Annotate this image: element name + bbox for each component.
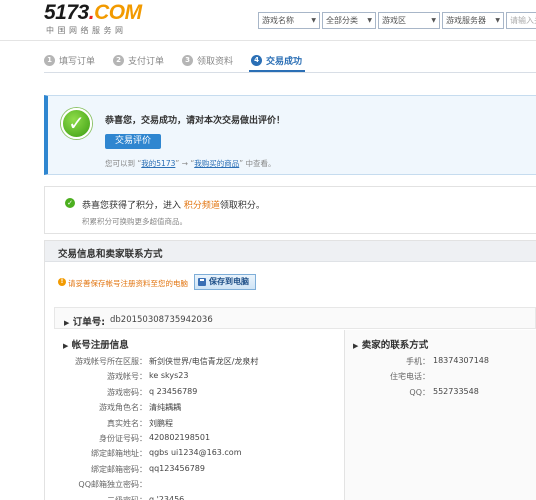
step-label: 填写订单 — [59, 57, 96, 67]
my-5173-link[interactable]: 我的5173 — [141, 159, 175, 168]
step-3: 3 领取资料 — [182, 54, 233, 67]
progress-steps: 1 填写订单 2 支付订单 3 领取资料 4 交易成功 — [44, 54, 302, 67]
filter-select-3[interactable]: 游戏区 ▼ — [378, 12, 440, 29]
trade-evaluation-button[interactable]: 交易评价 — [105, 134, 161, 149]
seller-contact-section: ▶ 卖家的联系方式 手机： 18374307148 住宅电话： QQ： 55273354… — [344, 330, 536, 500]
step-label: 支付订单 — [128, 57, 165, 67]
dropdown-arrow-icon: ▼ — [431, 17, 436, 24]
account-field-label: 真实姓名： — [107, 418, 147, 428]
success-panel: ✓ 恭喜您，交易成功，请对本次交易做出评价！ 交易评价 您可以到 “我的5173… — [44, 95, 536, 175]
steps-divider — [44, 72, 536, 73]
account-field-label: 身份证号码： — [99, 434, 147, 443]
step-label: 交易成功 — [266, 57, 303, 67]
step-number: 2 — [113, 55, 125, 66]
success-note: 您可以到 “我的5173” → “我购买的商品” 中查看。 — [105, 159, 276, 168]
account-field-value: qq123456789 — [149, 463, 205, 473]
points-subtext: 积累积分可换购更多超值商品。 — [82, 217, 187, 226]
trade-info-panel: 交易信息和卖家联系方式 ! 请妥善保存帐号注册资料至您的电脑 保存到电脑 ▶ 订… — [44, 240, 536, 500]
account-field-label: 游戏密码： — [107, 387, 147, 397]
order-number-row: ▶ 订单号: db20150308735942036 — [54, 307, 536, 329]
site-logo[interactable]: 5173.COM — [44, 1, 142, 25]
account-field-label: 游戏角色名： — [99, 403, 147, 413]
dropdown-arrow-icon: ▼ — [495, 17, 500, 24]
dropdown-arrow-icon: ▼ — [311, 17, 316, 24]
step-2: 2 支付订单 — [113, 54, 164, 67]
order-number-value: db20150308735942036 — [110, 315, 213, 325]
filter-select-label: 游戏名称 — [262, 16, 294, 25]
points-message: 恭喜您获得了积分，进入 积分频道领取积分。 — [82, 201, 265, 211]
step-label: 领取资料 — [197, 57, 234, 67]
seller-field-value: 18374307148 — [433, 356, 489, 365]
step-number: 4 — [251, 55, 263, 66]
account-field-label: 二级密码： — [107, 495, 147, 500]
seller-field-label: QQ： — [409, 387, 430, 397]
floppy-disk-icon — [198, 278, 206, 286]
filter-select-label: 全部分类 — [326, 16, 358, 25]
site-logo-subtitle: 中国网络服务网 — [46, 26, 127, 35]
account-field-label: 绑定邮箱地址： — [91, 449, 147, 459]
success-check-icon: ✓ — [61, 108, 92, 139]
account-field-value: 清纯耦耦 — [149, 403, 181, 413]
account-field-label: 游戏帐号： — [107, 372, 147, 382]
trade-info-header: 交易信息和卖家联系方式 — [45, 241, 536, 262]
filter-select-label: 游戏服务器 — [446, 16, 486, 25]
seller-field-value: 552733548 — [433, 386, 479, 396]
seller-contact-title: ▶ 卖家的联系方式 — [353, 340, 429, 351]
order-number-label: ▶ 订单号: — [64, 317, 106, 328]
search-input[interactable]: 请输入关 — [506, 12, 536, 29]
step-1: 1 填写订单 — [44, 54, 95, 67]
account-field-value: 420802198501 — [149, 433, 211, 442]
seller-field-label: 手机： — [406, 357, 430, 366]
dropdown-arrow-icon: ▼ — [367, 17, 372, 24]
account-field-value: qgbs ui1234@163.com — [149, 448, 242, 458]
triangle-right-icon: ▶ — [63, 342, 69, 350]
account-field-label: QQ邮箱独立密码： — [78, 480, 147, 490]
my-purchased-items-link[interactable]: 我购买的商品 — [194, 159, 239, 168]
account-field-label: 游戏帐号所在区服： — [75, 357, 147, 366]
seller-field-label: 住宅电话： — [390, 372, 430, 382]
step-number: 3 — [182, 55, 194, 66]
filter-select-4[interactable]: 游戏服务器 ▼ — [442, 12, 504, 29]
header-divider — [0, 40, 536, 41]
account-field-value: 刘鹏程 — [149, 418, 173, 428]
success-title: 恭喜您，交易成功，请对本次交易做出评价！ — [105, 116, 286, 126]
points-channel-link[interactable]: 积分频道 — [184, 201, 220, 211]
account-field-value: 新剑侠世界/电信青龙区/龙泉村 — [149, 357, 259, 366]
step-4: 4 交易成功 — [251, 54, 302, 67]
step-number: 1 — [44, 55, 55, 66]
account-field-value: q '23456 — [149, 494, 185, 500]
filter-select-label: 游戏区 — [382, 16, 406, 25]
save-to-computer-button[interactable]: 保存到电脑 — [194, 274, 256, 290]
points-panel: ✓ 恭喜您获得了积分，进入 积分频道领取积分。 积累积分可换购更多超值商品。 — [44, 186, 536, 234]
warning-icon: ! — [58, 278, 66, 286]
filter-select-2[interactable]: 全部分类 ▼ — [322, 12, 376, 29]
account-field-label: 绑定邮箱密码： — [91, 464, 147, 474]
points-check-icon: ✓ — [65, 198, 75, 208]
game-filter-bar: 游戏名称 ▼ 全部分类 ▼ 游戏区 ▼ 游戏服务器 ▼ 请输入关 — [258, 12, 536, 30]
filter-select-1[interactable]: 游戏名称 ▼ — [258, 12, 320, 29]
trade-info-title: 交易信息和卖家联系方式 — [58, 249, 163, 260]
triangle-right-icon: ▶ — [353, 342, 359, 350]
account-field-value: ke skys23 — [149, 371, 189, 381]
triangle-right-icon: ▶ — [64, 319, 70, 327]
account-info-section: ▶ 帐号注册信息 游戏帐号所在区服： 新剑侠世界/电信青龙区/龙泉村 游戏帐号： ke… — [54, 330, 344, 500]
save-warning-text: 请妥善保存帐号注册资料至您的电脑 — [68, 279, 188, 288]
account-field-value: q 23456789 — [149, 386, 198, 396]
account-info-title: ▶ 帐号注册信息 — [63, 340, 129, 351]
